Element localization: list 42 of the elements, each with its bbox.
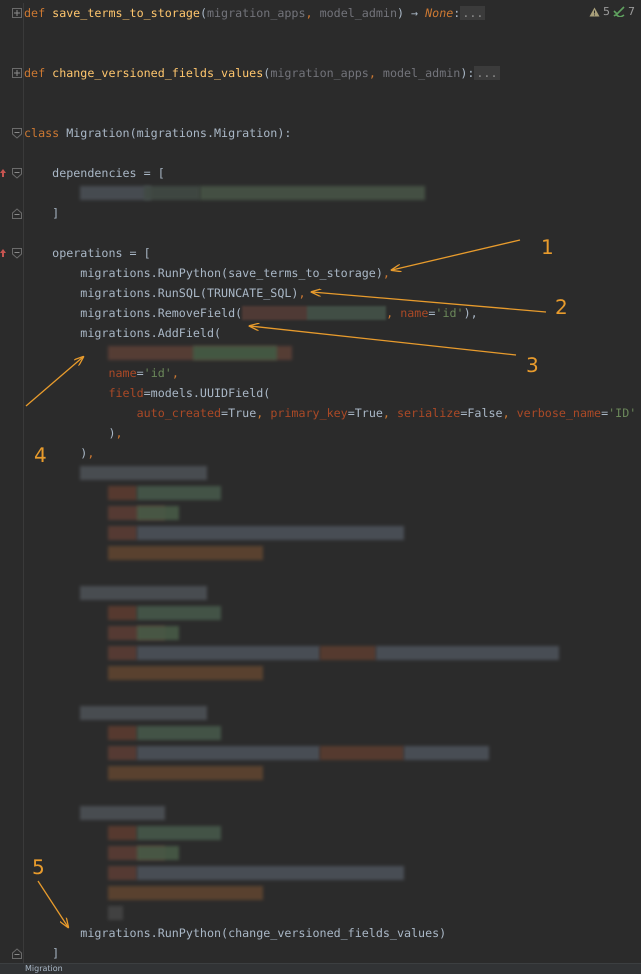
annotation-arrow xyxy=(37,880,70,929)
fold-end-icon[interactable] xyxy=(12,948,22,959)
code-line: migrations.AddField( xyxy=(80,326,222,340)
code-line: ), xyxy=(80,446,94,460)
annotation-number: 3 xyxy=(526,354,539,376)
warning-icon xyxy=(589,6,600,16)
collapse-fold-icon[interactable] xyxy=(12,128,22,139)
code-line: ] xyxy=(52,946,60,960)
expand-fold-icon[interactable] xyxy=(12,68,22,78)
code-line: name='id', xyxy=(108,366,179,380)
redacted-text xyxy=(136,506,179,520)
code-line: def change_versioned_fields_values(migration_apps, model_admin): ... xyxy=(24,66,500,80)
collapse-fold-icon[interactable] xyxy=(12,248,22,259)
annotation-number: 1 xyxy=(541,236,554,258)
inspection-widget[interactable]: 5 7 xyxy=(589,5,635,18)
redacted-text xyxy=(136,846,179,860)
override-icon[interactable] xyxy=(0,168,6,178)
warning-count: 5 xyxy=(603,5,610,18)
redacted-text xyxy=(136,626,179,640)
annotation-number: 5 xyxy=(32,856,45,878)
annotation-number: 2 xyxy=(555,296,568,318)
fold-end-icon[interactable] xyxy=(12,208,22,219)
weak-warning-count: 7 xyxy=(628,5,635,18)
code-line: migrations.RunSQL(TRUNCATE_SQL), xyxy=(80,286,306,300)
code-line: migrations.RunPython(change_versioned_fields_values) xyxy=(80,926,446,940)
code-line: def save_terms_to_storage(migration_apps, model_admin) → None: ... xyxy=(24,6,486,20)
code-line: operations = [ xyxy=(52,246,151,260)
code-line: dependencies = [ xyxy=(52,166,165,180)
code-line: migrations.RemoveField( , name='id'), xyxy=(80,306,478,320)
code-line: class Migration(migrations.Migration): xyxy=(24,126,292,140)
expand-fold-icon[interactable] xyxy=(12,8,22,18)
annotation-number: 4 xyxy=(34,444,47,466)
code-line: field=models.UUIDField( xyxy=(108,386,270,400)
code-line: migrations.RunPython(save_terms_to_storage), xyxy=(80,266,390,280)
breadcrumb-item[interactable]: Migration xyxy=(25,964,63,973)
check-icon xyxy=(613,6,625,17)
annotation-arrow xyxy=(26,356,85,406)
code-line: ), xyxy=(108,426,123,440)
code-line: ] xyxy=(52,206,60,220)
collapse-fold-icon[interactable] xyxy=(12,168,22,179)
override-icon[interactable] xyxy=(0,248,6,258)
code-line: auto_created=True, primary_key=True, serialize=False, verbose_name='ID' xyxy=(136,406,636,420)
